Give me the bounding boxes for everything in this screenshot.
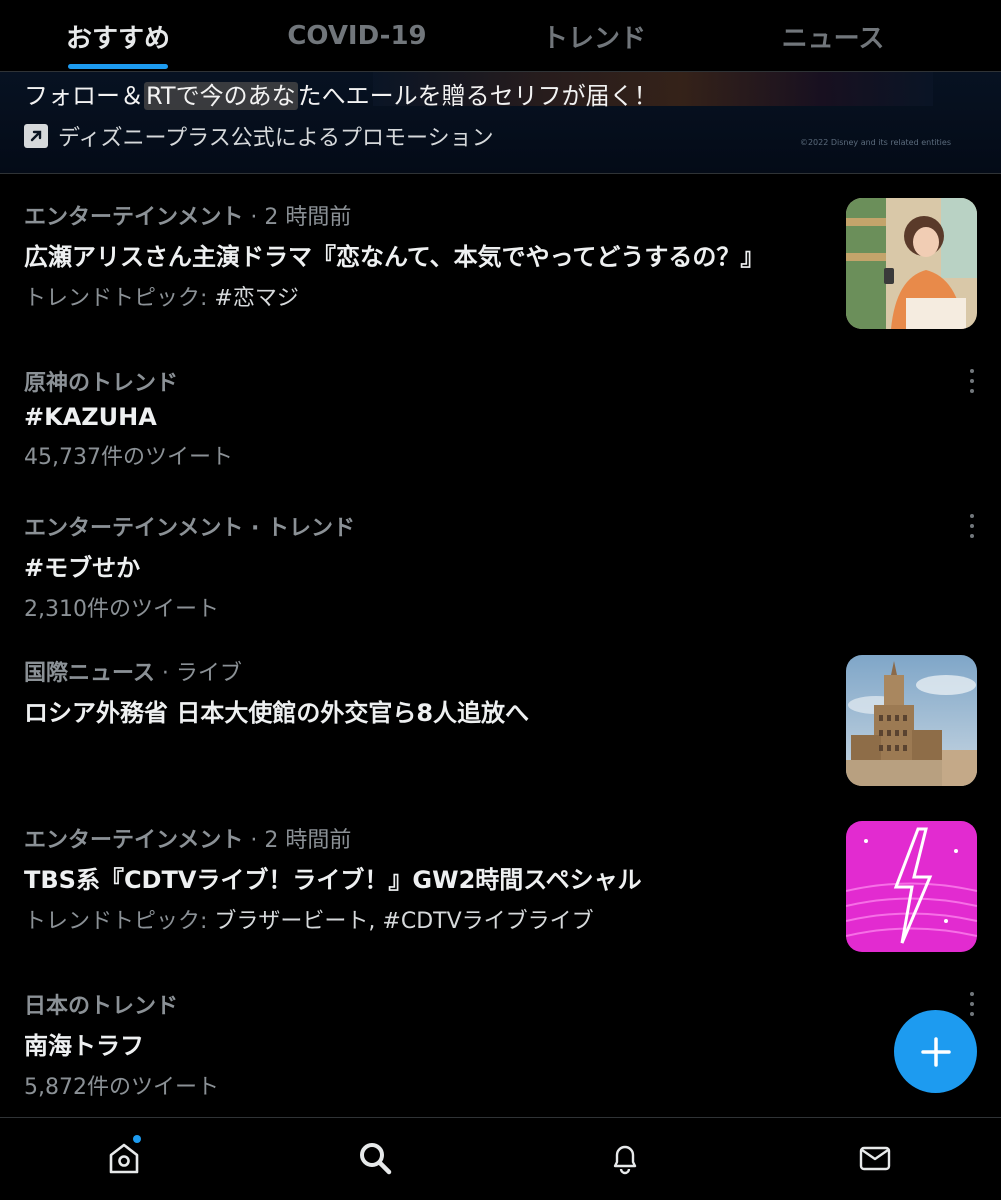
trend-tweet-count: 2,310件のツイート bbox=[24, 597, 219, 622]
nav-notifications[interactable] bbox=[605, 1138, 645, 1178]
tab-trends[interactable]: トレンド bbox=[520, 0, 668, 72]
promo-sponsor-line: ディズニープラス公式によるプロモーション bbox=[24, 120, 494, 152]
active-tab-indicator bbox=[68, 64, 168, 69]
cdtv-logo-thumbnail bbox=[846, 821, 977, 952]
new-content-dot bbox=[133, 1135, 141, 1143]
trend-tweet-count: 45,737件のツイート bbox=[24, 445, 233, 470]
nav-home[interactable] bbox=[104, 1135, 144, 1178]
trend-tweet-count: 5,872件のツイート bbox=[24, 1075, 219, 1100]
trend-title: #モブせか bbox=[24, 554, 141, 582]
trend-title: 南海トラフ bbox=[24, 1032, 144, 1060]
nav-messages[interactable] bbox=[855, 1138, 895, 1178]
envelope-icon bbox=[859, 1146, 891, 1171]
trend-item[interactable]: エンターテインメント · 2 時間前 TBS系『CDTVライブ！ライブ！』GW2… bbox=[24, 822, 977, 935]
trend-meta: エンターテインメント · トレンド bbox=[24, 516, 356, 541]
trend-title: 広瀬アリスさん主演ドラマ『恋なんて、本気でやってどうするの？』 bbox=[24, 243, 765, 271]
explore-tabbar: おすすめ COVID-19 トレンド ニュース bbox=[0, 0, 1001, 72]
plus-icon bbox=[920, 1036, 951, 1067]
trend-title: ロシア外務省 日本大使館の外交官ら8人追放へ bbox=[24, 699, 530, 727]
trend-meta: エンターテインメント · 2 時間前 bbox=[24, 828, 352, 853]
trend-meta: 日本のトレンド bbox=[24, 994, 179, 1019]
moscow-building-thumbnail bbox=[846, 655, 977, 786]
tab-covid19[interactable]: COVID-19 bbox=[276, 0, 438, 72]
promoted-arrow-icon bbox=[24, 124, 48, 148]
trend-item[interactable]: エンターテインメント · 2 時間前 広瀬アリスさん主演ドラマ『恋なんて、本気で… bbox=[24, 199, 977, 312]
promoted-trend-banner[interactable]: フォロー＆RTで今のあなたへエールを贈るセリフが届く！ ディズニープラス公式によ… bbox=[0, 72, 1001, 174]
bottom-navigation bbox=[0, 1117, 1001, 1200]
tab-label: トレンド bbox=[541, 23, 646, 54]
tab-label: おすすめ bbox=[65, 23, 170, 54]
trend-item[interactable]: 原神のトレンド #KAZUHA 45,737件のツイート bbox=[24, 365, 977, 471]
trend-meta: 国際ニュース · ライブ bbox=[24, 661, 242, 686]
drama-scene-thumbnail bbox=[846, 198, 977, 329]
promo-title: フォロー＆RTで今のあなたへエールを贈るセリフが届く！ bbox=[24, 82, 658, 110]
bell-icon bbox=[613, 1145, 637, 1175]
trend-item[interactable]: エンターテインメント · トレンド #モブせか 2,310件のツイート bbox=[24, 510, 977, 623]
more-options-icon[interactable] bbox=[967, 992, 977, 1016]
promo-sponsor-text: ディズニープラス公式によるプロモーション bbox=[58, 126, 494, 151]
tab-label: ニュース bbox=[781, 23, 885, 54]
trend-meta: エンターテインメント · 2 時間前 bbox=[24, 205, 352, 230]
trend-topic: トレンドトピック: #恋マジ bbox=[24, 286, 299, 311]
trend-topic: トレンドトピック: ブラザービート, #CDTVライブライブ bbox=[24, 909, 594, 934]
home-icon bbox=[109, 1143, 139, 1174]
nav-search[interactable] bbox=[355, 1138, 395, 1178]
trend-item[interactable]: 国際ニュース · ライブ ロシア外務省 日本大使館の外交官ら8人追放へ bbox=[24, 655, 977, 728]
more-options-icon[interactable] bbox=[967, 514, 977, 538]
tab-recommended[interactable]: おすすめ bbox=[42, 0, 194, 72]
explore-screen: おすすめ COVID-19 トレンド ニュース フォロー＆RTで今のあなたへエー… bbox=[0, 0, 1001, 1200]
tab-news[interactable]: ニュース bbox=[760, 0, 906, 72]
compose-tweet-button[interactable] bbox=[894, 1010, 977, 1093]
search-icon bbox=[360, 1143, 392, 1175]
promo-copyright: ©2022 Disney and its related entities bbox=[799, 138, 951, 147]
trend-meta: 原神のトレンド bbox=[24, 371, 179, 396]
tab-label: COVID-19 bbox=[287, 21, 427, 51]
trend-title: #KAZUHA bbox=[24, 403, 157, 431]
trend-item[interactable]: 日本のトレンド 南海トラフ 5,872件のツイート bbox=[24, 988, 977, 1101]
more-options-icon[interactable] bbox=[967, 369, 977, 393]
trend-title: TBS系『CDTVライブ！ライブ！』GW2時間スペシャル bbox=[24, 866, 642, 894]
